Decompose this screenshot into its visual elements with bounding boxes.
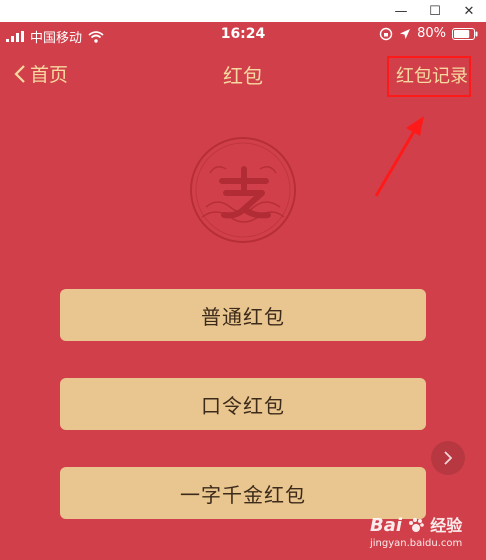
paw-icon <box>409 518 424 532</box>
battery-icon <box>452 27 478 40</box>
minimize-button[interactable]: — <box>384 0 418 22</box>
button-label: 普通红包 <box>201 304 285 329</box>
status-bar: 中国移动 16:24 80% <box>0 22 486 48</box>
watermark-brand-suffix: 经验 <box>430 516 463 535</box>
highlight-box <box>387 56 471 97</box>
status-right: 80% <box>379 26 478 41</box>
watermark-brand: Bai <box>370 515 403 536</box>
close-button[interactable]: ✕ <box>452 0 486 22</box>
rotation-lock-icon <box>379 27 393 40</box>
chevron-right-icon <box>444 451 453 465</box>
button-label: 口令红包 <box>201 393 285 418</box>
minimize-icon: — <box>394 3 408 19</box>
close-icon: ✕ <box>463 3 475 19</box>
watermark: Bai 经验 jingyan.baidu.com <box>370 512 463 549</box>
watermark-url: jingyan.baidu.com <box>370 538 463 549</box>
alipay-logo-icon <box>190 137 296 243</box>
battery-percent: 80% <box>417 26 446 41</box>
button-label: 一字千金红包 <box>180 482 306 507</box>
location-icon <box>400 28 411 39</box>
maximize-icon: ☐ <box>429 3 441 19</box>
next-page-button[interactable] <box>431 441 465 475</box>
window-titlebar: — ☐ ✕ <box>0 0 486 22</box>
maximize-button[interactable]: ☐ <box>418 0 452 22</box>
normal-red-packet-button[interactable]: 普通红包 <box>60 289 426 341</box>
annotation-arrow-icon <box>374 116 424 197</box>
password-red-packet-button[interactable]: 口令红包 <box>60 378 426 430</box>
